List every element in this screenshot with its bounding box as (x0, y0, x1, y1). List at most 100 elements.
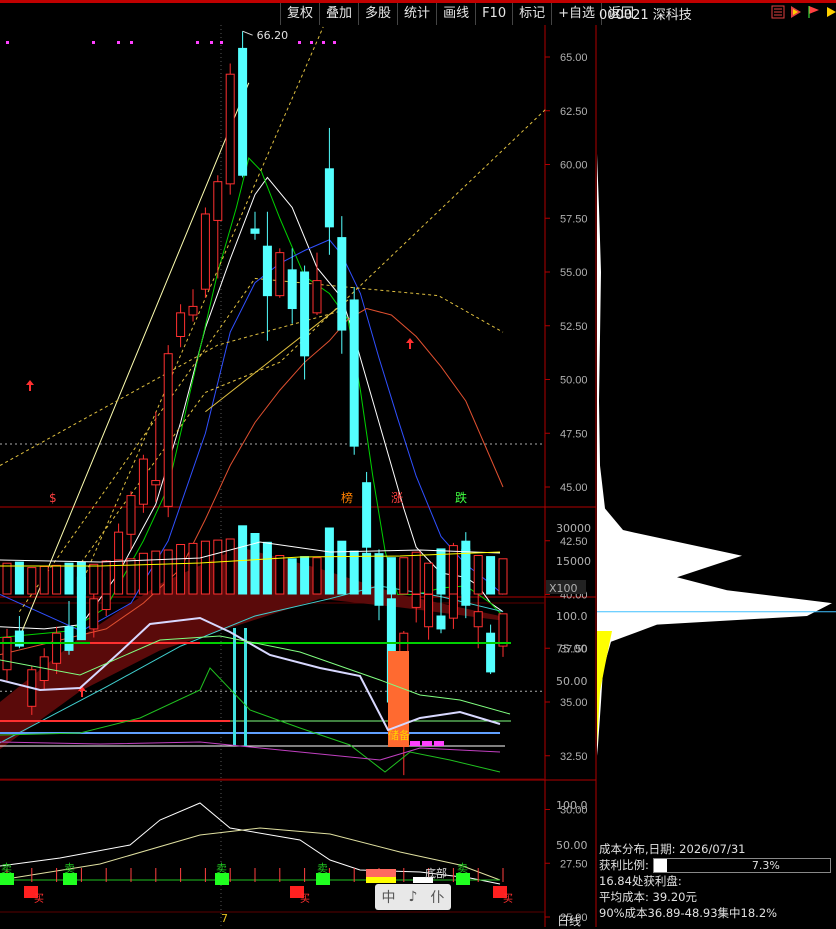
candle-body-15 (188, 305, 198, 316)
flag-icon[interactable] (807, 5, 821, 19)
statistics-button[interactable]: 统计 (397, 3, 436, 25)
candle-body-24 (300, 271, 310, 357)
fb-pu[interactable]: 仆 (430, 887, 444, 907)
high-label: 66.20 (257, 29, 289, 42)
ind2-sell-label-0: 卖 (1, 862, 12, 875)
overlay-button[interactable]: 叠加 (319, 3, 358, 25)
vol-bar-23 (287, 558, 297, 595)
candle-body-21 (262, 245, 272, 297)
vol-bar-22 (275, 555, 285, 595)
candle-body-4 (52, 632, 62, 664)
toolbar: 复权 叠加 多股 统计 画线 F10 标记 +自选 返回 (280, 3, 640, 25)
top-dot-6 (220, 41, 223, 44)
vol-bar-25 (312, 557, 322, 595)
ind2-tick-0: 100.0 (556, 799, 588, 812)
marker-2: 涨 (391, 490, 403, 505)
candle-body-19 (238, 47, 248, 176)
top-dot-10 (333, 41, 336, 44)
candle-body-40 (498, 613, 508, 647)
candle-body-20 (250, 228, 260, 234)
vol-bar-39 (486, 556, 496, 595)
price-tick-label-0: 65.00 (560, 52, 588, 64)
candle-body-5 (64, 626, 74, 651)
vol-bar-33 (411, 551, 421, 595)
add-watchlist-button[interactable]: +自选 (551, 3, 601, 25)
price-tick-label-13: 32.50 (560, 751, 588, 763)
vol-bar-17 (213, 539, 223, 595)
vol-bar-10 (126, 558, 136, 595)
marker-3: 跌 (455, 490, 467, 505)
vol-bar-27 (337, 540, 347, 595)
vol-bar-15 (188, 542, 198, 595)
fb-zhong[interactable]: 中 (382, 887, 396, 907)
price-tick-label-6: 50.00 (560, 375, 588, 387)
vol-bar-40 (498, 558, 508, 595)
profit-value: 7.3% (751, 859, 780, 872)
ind2-sell-label-3: 卖 (317, 862, 328, 875)
ind1-mag-bar-0 (410, 741, 420, 746)
ind1-cyan-bar-1 (244, 628, 247, 746)
candle-body-18 (225, 73, 235, 185)
vol-bar-35 (436, 548, 446, 595)
candle-body-26 (324, 168, 334, 228)
vol-bar-4 (52, 564, 62, 595)
ind1-tick-1: 75.00 (556, 643, 588, 656)
profit-at: 16.84处获利盘: (599, 874, 682, 888)
price-tick-label-9: 42.50 (560, 536, 588, 548)
candle-body-25 (312, 280, 322, 314)
candle-body-39 (486, 632, 496, 673)
draw-line-button[interactable]: 画线 (436, 3, 475, 25)
candle-body-35 (436, 615, 446, 630)
cost-date: 成本分布,日期: 2026/07/31 (599, 842, 746, 856)
next-icon[interactable] (825, 5, 836, 19)
ind1-tick-0: 100.0 (556, 610, 588, 623)
ind1-mag-bar-2 (434, 741, 444, 746)
top-dot-1 (92, 41, 95, 44)
play-icon[interactable] (789, 5, 803, 19)
candle-body-23 (287, 269, 297, 310)
ind2-sell-label-2: 卖 (216, 862, 227, 875)
candle-body-38 (473, 611, 483, 628)
vol-bar-31 (386, 557, 396, 595)
price-tick-label-15: 27.50 (560, 858, 588, 870)
ind2-tick-1: 50.00 (556, 839, 588, 852)
arrow-0 (26, 380, 34, 391)
vol-tick-1: 15000 (556, 555, 591, 568)
ind2-buy-label-1: 买 (300, 893, 310, 905)
ind2-pink-box (366, 869, 396, 877)
fb-note[interactable]: ♪ (409, 889, 418, 905)
candle-body-29 (362, 482, 372, 548)
cost-distribution-histogram (597, 153, 836, 756)
high-pointer (242, 30, 253, 36)
price-tick-label-1: 62.50 (560, 106, 588, 118)
vol-bar-16 (200, 540, 210, 595)
fuquan-button[interactable]: 复权 (280, 3, 319, 25)
ind2-sell-label-1: 卖 (64, 862, 75, 875)
floating-toolbar[interactable]: 中 ♪ 仆 (375, 884, 451, 910)
kline-chart[interactable]: 66.20 $ 榜 涨 跌 65.00 62.50 60.00 57.50 55.00 52.50… (0, 25, 836, 927)
profit-ratio-bar: 7.3% (652, 858, 831, 873)
price-tick-label-7: 47.50 (560, 428, 588, 440)
ind2-buy-label-2: 买 (503, 893, 513, 905)
candle-body-33 (411, 594, 421, 608)
price-tick-label-5: 52.50 (560, 321, 588, 333)
ind1-cyan-bar-0 (233, 628, 236, 746)
f10-button[interactable]: F10 (475, 3, 512, 25)
candle-body-28 (349, 299, 359, 447)
period-label[interactable]: 日线 (557, 912, 581, 929)
list-icon[interactable] (771, 5, 785, 19)
price-tick-label-2: 60.00 (560, 160, 588, 172)
candle-body-10 (126, 495, 136, 535)
vol-bar-29 (362, 552, 372, 595)
price-tick-label-4: 55.00 (560, 267, 588, 279)
multi-stock-button[interactable]: 多股 (358, 3, 397, 25)
candle-body-7 (89, 598, 99, 630)
top-dot-0 (6, 41, 9, 44)
ind2-yellow-box (366, 877, 396, 883)
marker-0: $ (49, 491, 57, 505)
trend-yellow-3 (80, 108, 547, 563)
chart-grid (0, 25, 597, 927)
mark-button[interactable]: 标记 (512, 3, 551, 25)
volume-panel: 30000 15000 X100 (0, 522, 591, 595)
vol-bar-1 (14, 561, 24, 595)
